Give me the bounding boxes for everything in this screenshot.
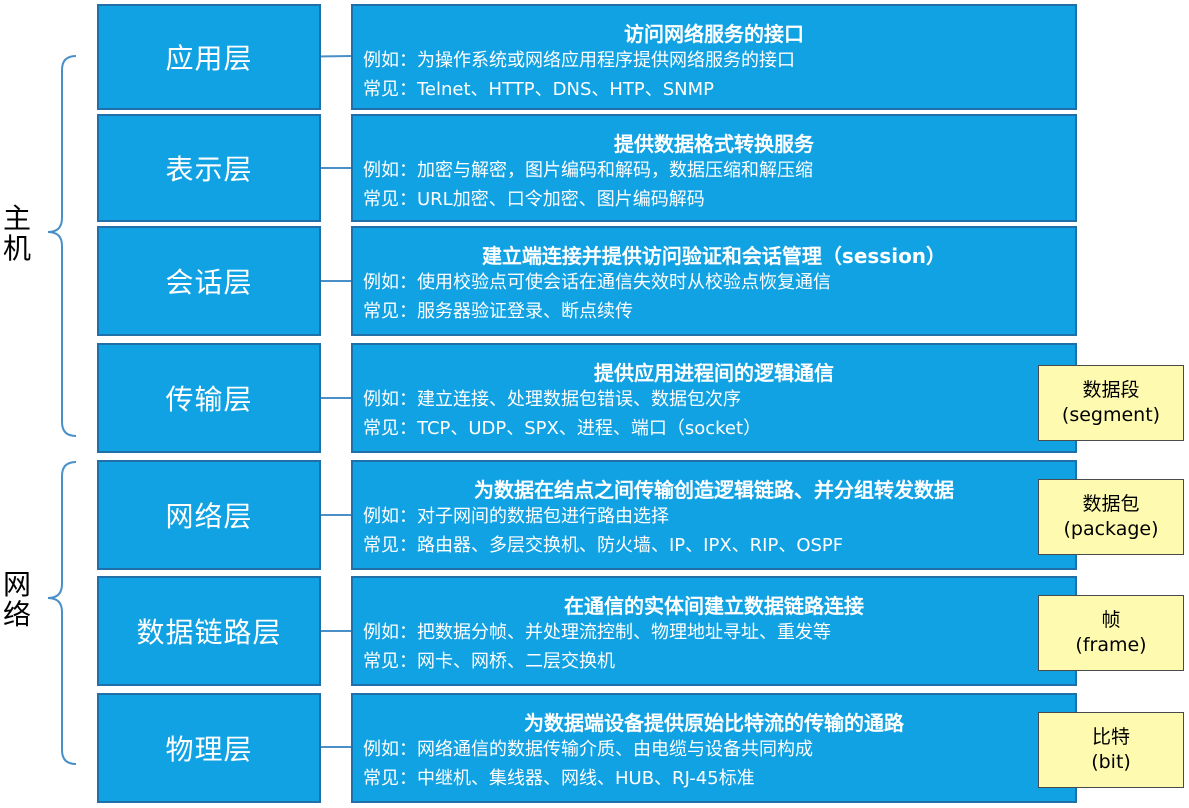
layer-datalink: 数据链路层 [97,576,321,686]
pdu-english: (segment) [1061,404,1161,426]
pdu-name: 帧 [1101,609,1121,631]
desc-example: 例如：使用校验点可使会话在通信失效时从校验点恢复通信 [363,272,831,293]
desc-transport: 提供应用进程间的逻辑通信 例如：建立连接、处理数据包错误、数据包次序 常见：TC… [351,343,1077,453]
desc-network: 为数据在结点之间传输创造逻辑链路、并分组转发数据 例如：对子网间的数据包进行路由… [351,460,1077,570]
layer-transport: 传输层 [97,343,321,453]
desc-example: 例如：把数据分帧、并处理流控制、物理地址寻址、重发等 [363,622,831,643]
desc-example: 例如：加密与解密，图片编码和解码，数据压缩和解压缩 [363,160,813,181]
desc-title: 提供数据格式转换服务 [614,132,814,156]
desc-common: 常见：中继机、集线器、网线、HUB、RJ-45标准 [363,768,755,789]
layer-session: 会话层 [97,226,321,336]
pdu-english: (package) [1063,518,1159,540]
desc-example: 例如：对子网间的数据包进行路由选择 [363,506,669,527]
layer-name: 数据链路层 [136,616,282,649]
pdu-package: 数据包 (package) [1038,479,1184,555]
desc-session: 建立端连接并提供访问验证和会话管理（session） 例如：使用校验点可使会话在… [351,226,1077,336]
pdu-segment: 数据段 (segment) [1038,365,1184,441]
desc-common: 常见：网卡、网桥、二层交换机 [363,651,615,672]
layer-name: 物理层 [165,733,253,766]
pdu-bit: 比特 (bit) [1038,712,1184,788]
layer-name: 会话层 [165,266,253,299]
osi-model-diagram: 主 机 网 络 应用层 访问网络服务的接口 例如：为操作系统或网络应用程序提供网… [0,0,1189,808]
layer-name: 传输层 [165,383,253,416]
layer-network: 网络层 [97,460,321,570]
host-label-char-1: 主 [2,202,31,235]
network-label-char-2: 络 [2,598,31,631]
network-label-char-1: 网 [2,568,31,601]
desc-physical: 为数据端设备提供原始比特流的传输的通路 例如：网络通信的数据传输介质、由电缆与设… [351,693,1077,803]
network-group-label: 网 络 [0,570,34,630]
layer-physical: 物理层 [97,693,321,803]
layer-name: 网络层 [165,500,253,533]
desc-presentation: 提供数据格式转换服务 例如：加密与解密，图片编码和解码，数据压缩和解压缩 常见：… [351,114,1077,222]
desc-example: 例如：为操作系统或网络应用程序提供网络服务的接口 [363,50,795,71]
pdu-name: 数据包 [1082,493,1140,515]
host-label-char-2: 机 [2,232,31,265]
pdu-name: 比特 [1091,726,1130,748]
layer-name: 表示层 [165,153,253,186]
pdu-english: (frame) [1075,634,1147,656]
desc-title: 建立端连接并提供访问验证和会话管理（session） [481,244,947,268]
desc-common: 常见：URL加密、口令加密、图片编码解码 [363,189,705,210]
desc-title: 为数据在结点之间传输创造逻辑链路、并分组转发数据 [474,478,954,502]
pdu-name: 数据段 [1082,379,1140,401]
layer-name: 应用层 [165,42,253,75]
desc-title: 提供应用进程间的逻辑通信 [594,361,834,385]
desc-common: 常见：Telnet、HTTP、DNS、HTP、SNMP [363,79,715,100]
desc-datalink: 在通信的实体间建立数据链路连接 例如：把数据分帧、并处理流控制、物理地址寻址、重… [351,576,1077,686]
layer-presentation: 表示层 [97,114,321,222]
pdu-english: (bit) [1091,751,1131,773]
desc-common: 常见：路由器、多层交换机、防火墙、IP、IPX、RIP、OSPF [363,535,844,556]
network-bracket [47,461,77,765]
desc-common: 常见：TCP、UDP、SPX、进程、端口（socket） [363,418,762,439]
desc-example: 例如：建立连接、处理数据包错误、数据包次序 [363,389,741,410]
layer-application: 应用层 [97,4,321,110]
desc-title: 为数据端设备提供原始比特流的传输的通路 [524,711,904,735]
host-bracket [47,55,77,437]
desc-example: 例如：网络通信的数据传输介质、由电缆与设备共同构成 [363,739,813,760]
desc-application: 访问网络服务的接口 例如：为操作系统或网络应用程序提供网络服务的接口 常见：Te… [351,4,1077,110]
desc-common: 常见：服务器验证登录、断点续传 [363,301,633,322]
desc-title: 在通信的实体间建立数据链路连接 [564,594,864,618]
pdu-frame: 帧 (frame) [1038,595,1184,671]
desc-title: 访问网络服务的接口 [624,22,804,46]
host-group-label: 主 机 [0,204,34,264]
